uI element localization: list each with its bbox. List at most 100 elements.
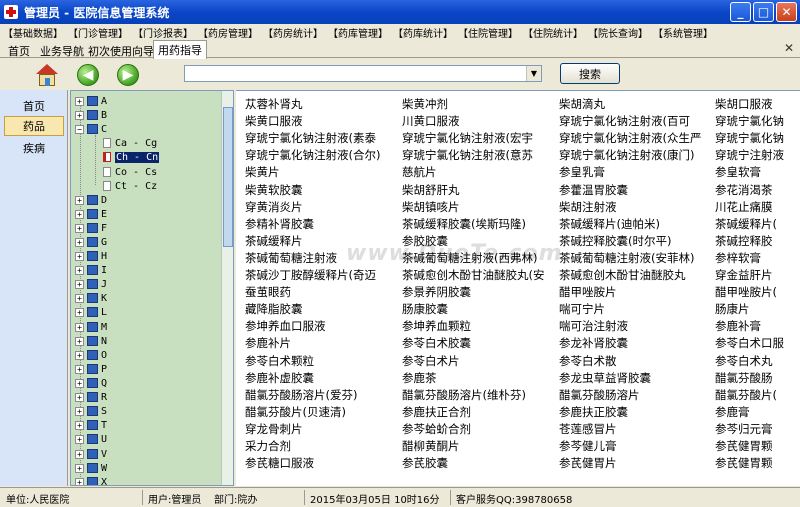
drug-link[interactable]: 茶碱葡萄糖注射液(西弗林) <box>402 250 537 266</box>
drug-link[interactable]: 参花消渴茶 <box>715 182 773 198</box>
search-button[interactable]: 搜索 <box>560 63 620 84</box>
close-icon[interactable]: ✕ <box>776 2 797 22</box>
drug-link[interactable]: 醋氯芬酸肠溶片 <box>559 387 640 403</box>
search-input[interactable]: ▼ <box>184 65 542 82</box>
drug-link[interactable]: 喘可治注射液 <box>559 318 628 334</box>
tree-letter-node[interactable]: + K <box>75 291 107 305</box>
drug-link[interactable]: 醋甲唑胺片( <box>715 284 777 300</box>
drug-link[interactable]: 参坤养血颗粒 <box>402 318 471 334</box>
tab-business-nav[interactable]: 业务导航 <box>36 42 88 58</box>
expand-icon[interactable]: + <box>75 378 84 388</box>
home-icon[interactable] <box>35 63 59 87</box>
tree-letter-node[interactable]: + T <box>75 418 107 432</box>
drug-link[interactable]: 茶碱愈创木酚甘油醚胶丸(安 <box>402 267 545 283</box>
drug-link[interactable]: 穿琥宁氯化钠注射液(众生严 <box>559 130 702 146</box>
drug-link[interactable]: 柴胡注射液 <box>559 199 617 215</box>
menu-item[interactable]: 【住院统计】 <box>523 25 583 40</box>
drug-link[interactable]: 醋氯芬酸肠溶片(爱芬) <box>245 387 357 403</box>
expand-icon[interactable]: + <box>75 110 84 120</box>
drug-link[interactable]: 柴胡镇咳片 <box>402 199 460 215</box>
drug-link[interactable]: 参芩归元膏 <box>715 421 773 437</box>
drug-link[interactable]: 醋氯芬酸肠 <box>715 370 773 386</box>
menu-item[interactable]: 【药房统计】 <box>263 25 323 40</box>
drug-link[interactable]: 穿金益肝片 <box>715 267 773 283</box>
tree-letter-node[interactable]: + I <box>75 263 107 277</box>
drug-link[interactable]: 茶碱控释胶 <box>715 233 773 249</box>
drug-link[interactable]: 喘可宁片 <box>559 301 605 317</box>
menu-item[interactable]: 【药房管理】 <box>198 25 258 40</box>
drug-link[interactable]: 茶碱缓释片 <box>245 233 303 249</box>
drug-link[interactable]: 柴胡滴丸 <box>559 96 605 112</box>
drug-link[interactable]: 柴胡口服液 <box>715 96 773 112</box>
drug-link[interactable]: 参鹿补虚胶囊 <box>245 370 314 386</box>
expand-icon[interactable]: + <box>75 223 84 233</box>
drug-link[interactable]: 参梓软膏 <box>715 250 761 266</box>
drug-link[interactable]: 穿琥宁氯化钠注射液(意苏 <box>402 147 533 163</box>
menu-item[interactable]: 【药库统计】 <box>393 25 453 40</box>
drug-link[interactable]: 柴黄冲剂 <box>402 96 448 112</box>
drug-link[interactable]: 参苓白术散 <box>559 353 617 369</box>
drug-link[interactable]: 苁蓉补肾丸 <box>245 96 303 112</box>
drug-link[interactable]: 参芪糖口服液 <box>245 455 314 471</box>
tree-range-node[interactable]: Co - Cs <box>103 165 157 179</box>
drug-link[interactable]: 茶碱控释胶囊(时尔平) <box>559 233 671 249</box>
drug-link[interactable]: 参苓白术片 <box>402 353 460 369</box>
drug-link[interactable]: 柴黄软胶囊 <box>245 182 303 198</box>
chevron-down-icon[interactable]: ▼ <box>526 66 541 81</box>
expand-icon[interactable]: + <box>75 251 84 261</box>
drug-link[interactable]: 穿琥宁氯化钠 <box>715 130 784 146</box>
drug-link[interactable]: 柴黄口服液 <box>245 113 303 129</box>
tree-range-node[interactable]: Ch - Cn <box>103 150 160 164</box>
tab-medication-guide[interactable]: 用药指导 <box>153 40 207 59</box>
tree-letter-node[interactable]: + A <box>75 94 107 108</box>
drug-link[interactable]: 参精补肾胶囊 <box>245 216 314 232</box>
drug-link[interactable]: 参芩蛤蚧合剂 <box>402 421 471 437</box>
drug-link[interactable]: 茶碱葡萄糖注射液(安菲林) <box>559 250 694 266</box>
expand-icon[interactable]: + <box>75 350 84 360</box>
drug-link[interactable]: 参鹿扶正合剂 <box>402 404 471 420</box>
tree-letter-node[interactable]: + U <box>75 432 107 446</box>
minimize-icon[interactable]: _ <box>730 2 751 22</box>
drug-link[interactable]: 茶碱沙丁胺醇缓释片(奇迈 <box>245 267 376 283</box>
drug-link[interactable]: 川黄口服液 <box>402 113 460 129</box>
nav-item-diseases[interactable]: 疾病 <box>4 138 64 158</box>
drug-link[interactable]: 蚕茧眼药 <box>245 284 291 300</box>
drug-link[interactable]: 柴黄片 <box>245 164 280 180</box>
drug-link[interactable]: 参苓白术口服 <box>715 335 784 351</box>
menu-item[interactable]: 【系统管理】 <box>653 25 713 40</box>
drug-link[interactable]: 参鹿膏 <box>715 404 750 420</box>
drug-link[interactable]: 茶碱葡萄糖注射液 <box>245 250 337 266</box>
drug-link[interactable]: 参皇乳膏 <box>559 164 605 180</box>
drug-link[interactable]: 穿琥宁氯化钠 <box>715 113 784 129</box>
drug-link[interactable]: 采力合剂 <box>245 438 291 454</box>
drug-link[interactable]: 川花止痛膜 <box>715 199 773 215</box>
tree-letter-node[interactable]: + W <box>75 461 107 475</box>
drug-link[interactable]: 参芩健儿膏 <box>559 438 617 454</box>
tree-letter-node[interactable]: + X <box>75 475 107 485</box>
drug-link[interactable]: 醋柳黄酮片 <box>402 438 460 454</box>
tree-letter-node[interactable]: + L <box>75 305 107 319</box>
tree-letter-node[interactable]: − C <box>75 122 107 136</box>
menu-item[interactable]: 【基础数据】 <box>3 25 63 40</box>
expand-icon[interactable]: + <box>75 449 84 459</box>
expand-icon[interactable]: + <box>75 237 84 247</box>
drug-link[interactable]: 茶碱缓释片( <box>715 216 777 232</box>
drug-link[interactable]: 穿黄消炎片 <box>245 199 303 215</box>
drug-link[interactable]: 醋氯芬酸片(贝速清) <box>245 404 346 420</box>
tree-letter-node[interactable]: + V <box>75 447 107 461</box>
expand-icon[interactable]: + <box>75 307 84 317</box>
drug-link[interactable]: 参龙虫草益肾胶囊 <box>559 370 651 386</box>
tree-letter-node[interactable]: + Q <box>75 376 107 390</box>
drug-link[interactable]: 醋氯芬酸片( <box>715 387 777 403</box>
expand-icon[interactable]: + <box>75 279 84 289</box>
expand-icon[interactable]: + <box>75 392 84 402</box>
drug-link[interactable]: 穿琥宁氯化钠注射液(合尔) <box>245 147 380 163</box>
tree-letter-node[interactable]: + P <box>75 362 107 376</box>
drug-link[interactable]: 茶碱缓释片(迪帕米) <box>559 216 660 232</box>
drug-link[interactable]: 参鹿茶 <box>402 370 437 386</box>
nav-item-home[interactable]: 首页 <box>4 96 64 116</box>
drug-link[interactable]: 肠康胶囊 <box>402 301 448 317</box>
expand-icon[interactable]: + <box>75 420 84 430</box>
menu-item[interactable]: 【院长查询】 <box>588 25 648 40</box>
drug-link[interactable]: 慈航片 <box>402 164 437 180</box>
